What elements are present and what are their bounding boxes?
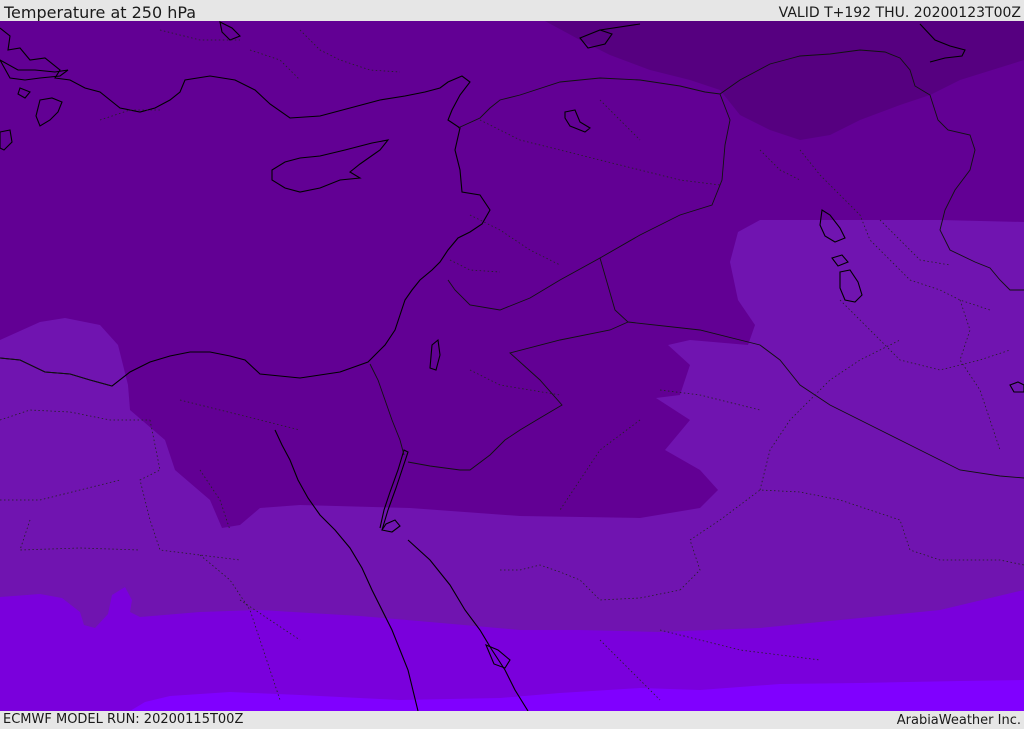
credit-label: ArabiaWeather Inc. — [896, 713, 1021, 728]
valid-time: VALID T+192 THU. 20200123T00Z — [778, 5, 1021, 21]
map-title: Temperature at 250 hPa — [4, 3, 197, 22]
footer-bar: ECMWF MODEL RUN: 20200115T00Z ArabiaWeat… — [0, 711, 1024, 729]
weather-map-page: Temperature at 250 hPa VALID T+192 THU. … — [0, 0, 1024, 729]
model-run-label: ECMWF MODEL RUN: 20200115T00Z — [3, 712, 244, 727]
map-canvas — [0, 21, 1024, 711]
temperature-map — [0, 21, 1024, 711]
header-bar: Temperature at 250 hPa VALID T+192 THU. … — [0, 0, 1024, 22]
